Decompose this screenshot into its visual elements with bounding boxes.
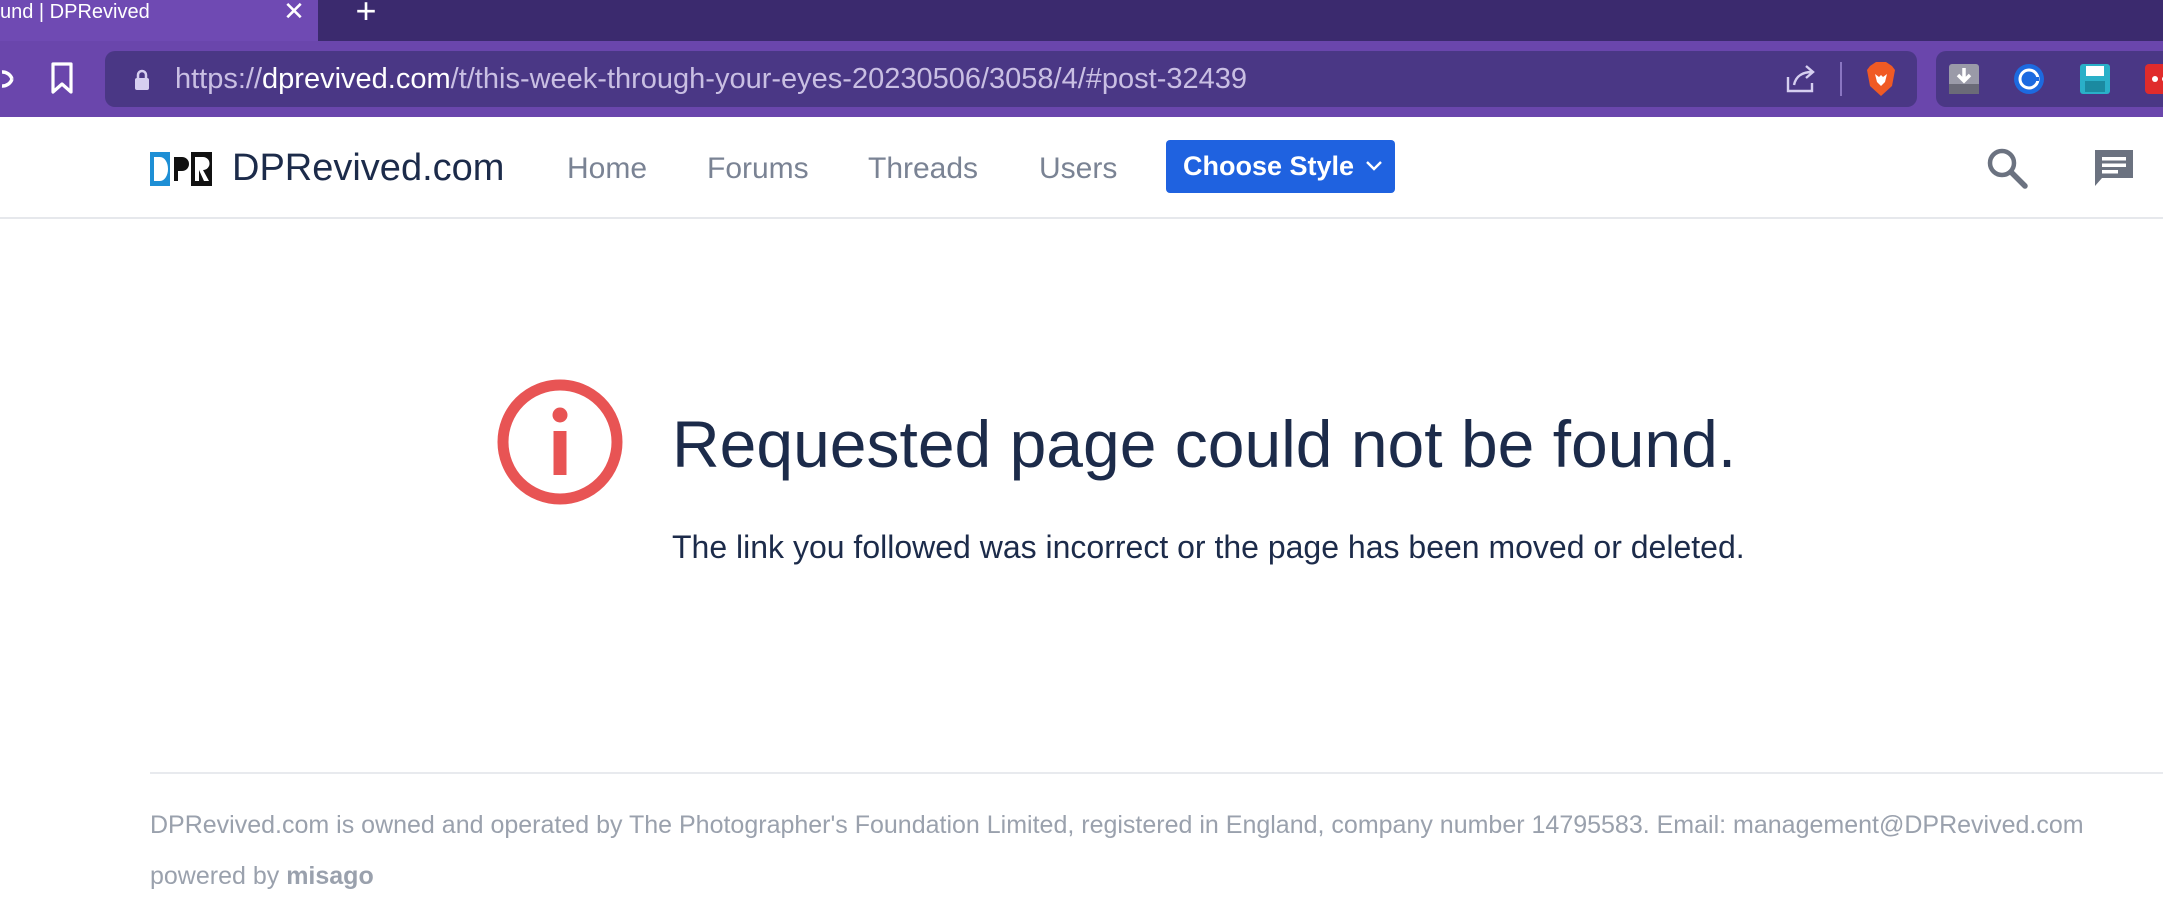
misago-link[interactable]: misago bbox=[286, 862, 374, 890]
download-extension-icon[interactable] bbox=[1947, 62, 1981, 96]
reload-icon[interactable] bbox=[0, 62, 16, 98]
error-title: Requested page could not be found. bbox=[672, 407, 1737, 481]
red-extension-icon[interactable] bbox=[2143, 62, 2163, 96]
address-url[interactable]: https://dprevived.com/t/this-week-throug… bbox=[175, 61, 1247, 97]
tab-title: und | DPRevived bbox=[0, 1, 150, 23]
url-host: dprevived.com bbox=[262, 63, 451, 95]
site-brand-name[interactable]: DPRevived.com bbox=[232, 145, 504, 191]
url-path: /t/this-week-through-your-eyes-20230506/… bbox=[450, 63, 1248, 95]
nav-home[interactable]: Home bbox=[567, 150, 647, 188]
nav-users[interactable]: Users bbox=[1039, 150, 1117, 188]
browser-tab-strip bbox=[0, 0, 2163, 41]
error-message: The link you followed was incorrect or t… bbox=[672, 529, 1745, 565]
nav-forums[interactable]: Forums bbox=[707, 150, 809, 188]
omnibox-divider bbox=[1840, 62, 1842, 96]
chevron-down-icon bbox=[1365, 159, 1383, 173]
browser-tab-active[interactable]: und | DPRevived ✕ bbox=[0, 0, 318, 41]
footer-divider bbox=[150, 772, 2163, 774]
site-logo[interactable] bbox=[150, 152, 212, 186]
bookmark-icon[interactable] bbox=[47, 60, 77, 96]
lock-icon bbox=[133, 69, 151, 91]
share-icon[interactable] bbox=[1784, 63, 1818, 95]
save-extension-icon[interactable] bbox=[2078, 62, 2112, 96]
url-scheme: https:// bbox=[175, 63, 263, 95]
tab-close-icon[interactable]: ✕ bbox=[282, 0, 306, 24]
nav-threads[interactable]: Threads bbox=[868, 150, 978, 188]
choose-style-button[interactable]: Choose Style bbox=[1166, 140, 1395, 193]
blue-extension-icon[interactable] bbox=[2012, 62, 2046, 96]
footer-ownership-text: DPRevived.com is owned and operated by T… bbox=[150, 811, 2084, 839]
powered-by-label: powered by bbox=[150, 862, 280, 890]
chat-icon[interactable] bbox=[2092, 147, 2136, 189]
brave-shields-icon[interactable] bbox=[1864, 60, 1898, 98]
search-icon[interactable] bbox=[1985, 146, 2029, 190]
footer-powered-by: powered by misago bbox=[150, 858, 374, 894]
info-icon bbox=[497, 379, 623, 505]
new-tab-button[interactable]: + bbox=[351, 0, 381, 29]
choose-style-label: Choose Style bbox=[1183, 151, 1355, 181]
